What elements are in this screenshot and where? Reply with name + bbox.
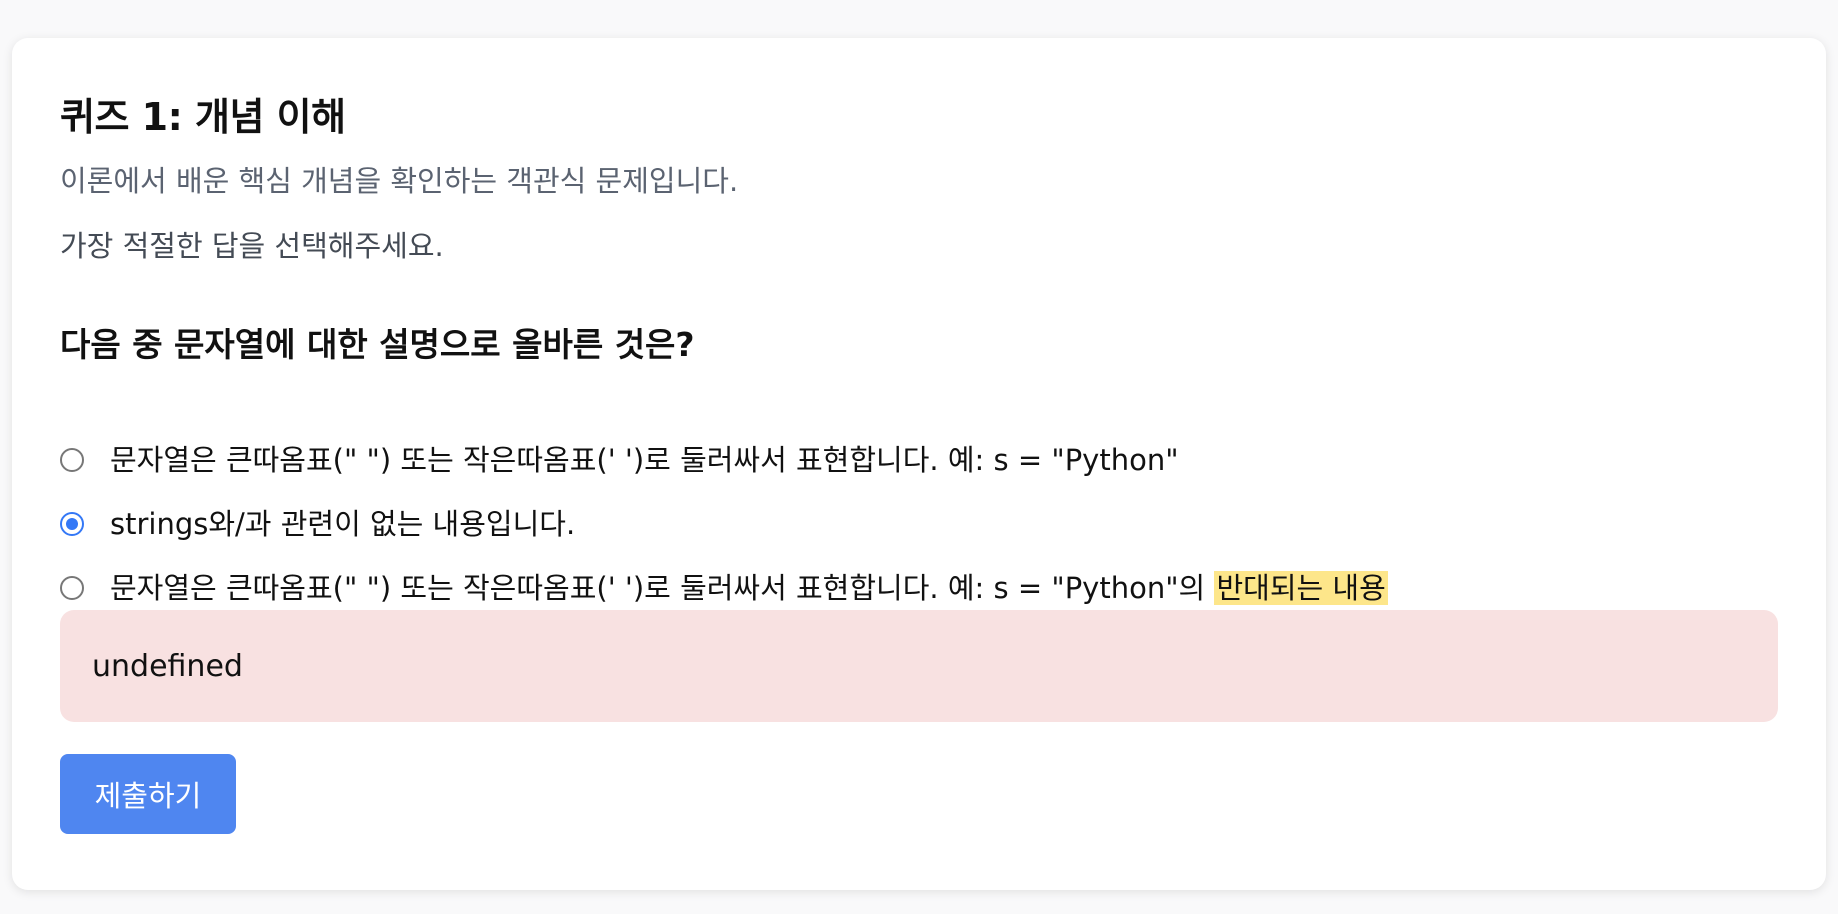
quiz-subtitle: 이론에서 배운 핵심 개념을 확인하는 객관식 문제입니다. — [60, 164, 739, 198]
quiz-title: 퀴즈 1: 개념 이해 — [60, 95, 346, 139]
feedback-box: undefined — [60, 610, 1778, 722]
option-2-label: strings와/과 관련이 없는 내용입니다. — [110, 507, 576, 541]
radio-button-3[interactable] — [60, 576, 84, 600]
option-1[interactable]: 문자열은 큰따옴표(" ") 또는 작은따옴표(' ')로 둘러싸서 표현합니다… — [60, 442, 1179, 478]
option-3[interactable]: 문자열은 큰따옴표(" ") 또는 작은따옴표(' ')로 둘러싸서 표현합니다… — [60, 570, 1388, 606]
quiz-instruction: 가장 적절한 답을 선택해주세요. — [60, 229, 444, 263]
radio-button-1[interactable] — [60, 448, 84, 472]
option-1-label: 문자열은 큰따옴표(" ") 또는 작은따옴표(' ')로 둘러싸서 표현합니다… — [110, 443, 1179, 477]
option-3-highlight: 반대되는 내용 — [1214, 571, 1388, 605]
option-3-text: 문자열은 큰따옴표(" ") 또는 작은따옴표(' ')로 둘러싸서 표현합니다… — [110, 571, 1215, 605]
question-text: 다음 중 문자열에 대한 설명으로 올바른 것은? — [60, 325, 695, 364]
quiz-card: 퀴즈 1: 개념 이해 이론에서 배운 핵심 개념을 확인하는 객관식 문제입니… — [12, 38, 1826, 890]
option-2[interactable]: strings와/과 관련이 없는 내용입니다. — [60, 506, 575, 542]
radio-button-2[interactable] — [60, 512, 84, 536]
submit-button[interactable]: 제출하기 — [60, 754, 236, 834]
option-3-label: 문자열은 큰따옴표(" ") 또는 작은따옴표(' ')로 둘러싸서 표현합니다… — [110, 570, 1388, 606]
